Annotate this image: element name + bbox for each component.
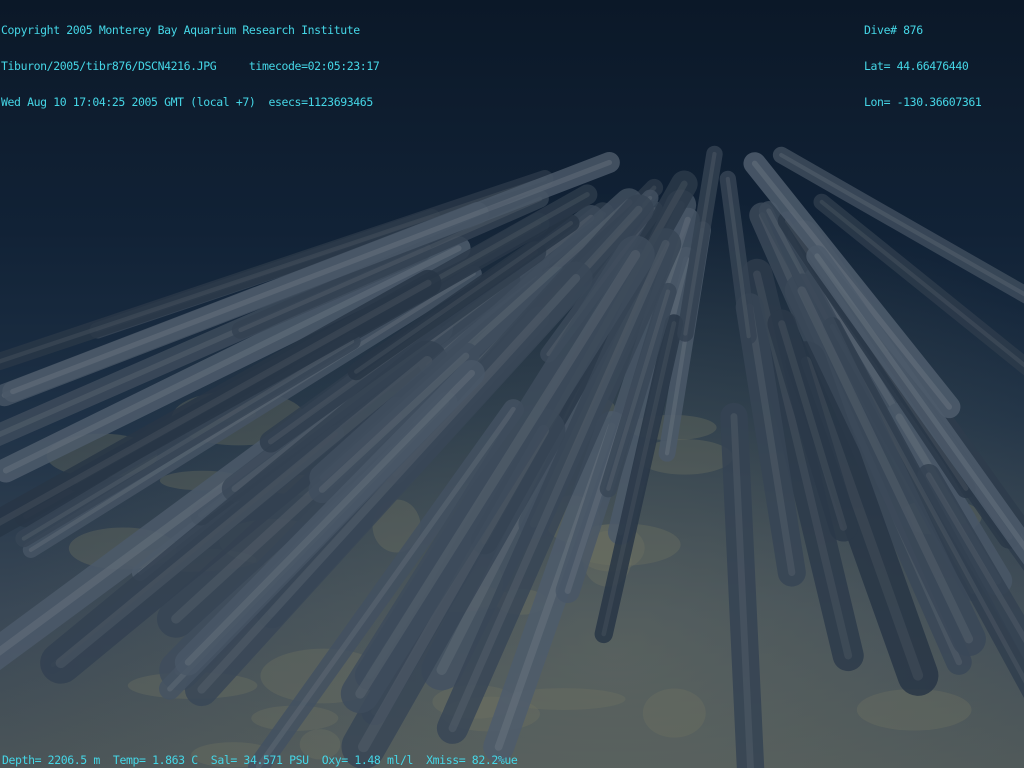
xmiss-reading: Xmiss= 82.2%ue — [426, 753, 518, 767]
copyright-text: Copyright 2005 Monterey Bay Aquarium Res… — [1, 23, 360, 37]
date-esecs-text: Wed Aug 10 17:04:25 2005 GMT (local +7) … — [1, 95, 373, 109]
dive-info-overlay: Dive# 876 Lat= 44.66476440 Lon= -130.366… — [864, 0, 982, 120]
depth-reading: Depth= 2206.5 m — [2, 753, 100, 767]
dive-number: Dive# 876 — [864, 23, 923, 37]
header-overlay: Copyright 2005 Monterey Bay Aquarium Res… — [1, 0, 380, 120]
oxygen-reading: Oxy= 1.48 ml/l — [321, 753, 414, 767]
sensor-overlay: Depth= 2206.5 m Temp= 1.863 C Sal= 34.57… — [2, 753, 518, 767]
salinity-reading: Sal= 34.571 PSU — [210, 753, 309, 767]
latitude: Lat= 44.66476440 — [864, 59, 969, 73]
longitude: Lon= -130.36607361 — [864, 95, 982, 109]
sediment-patch — [642, 688, 706, 738]
temp-reading: Temp= 1.863 C — [112, 753, 198, 767]
file-timecode-text: Tiburon/2005/tibr876/DSCN4216.JPG timeco… — [1, 59, 380, 73]
